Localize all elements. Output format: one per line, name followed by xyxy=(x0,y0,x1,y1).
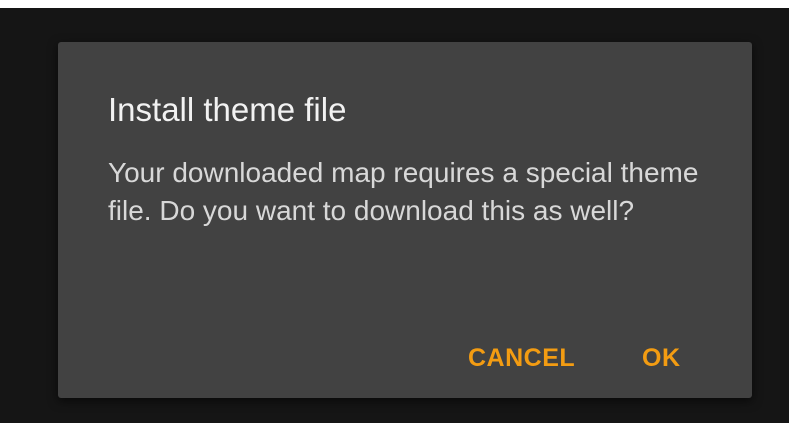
dialog-message: Your downloaded map requires a special t… xyxy=(108,157,699,226)
dialog-title: Install theme file xyxy=(108,91,347,128)
cancel-button[interactable]: CANCEL xyxy=(456,336,587,380)
ok-button[interactable]: OK xyxy=(630,336,693,380)
app-background: Install theme file Your downloaded map r… xyxy=(0,8,789,423)
install-theme-dialog: Install theme file Your downloaded map r… xyxy=(58,42,752,398)
dialog-actions: CANCEL OK xyxy=(58,316,752,398)
